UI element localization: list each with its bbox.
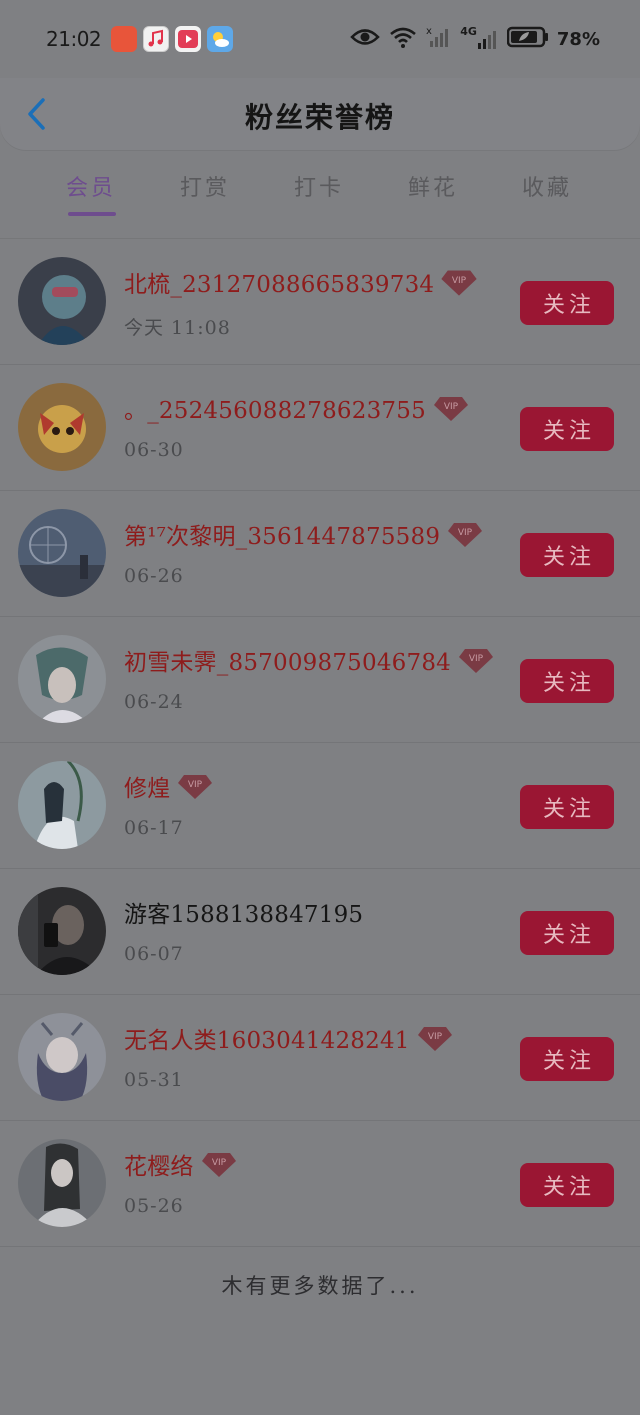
avatar[interactable] [18, 1013, 106, 1101]
tab-rewards[interactable]: 打赏 [160, 170, 250, 202]
vip-diamond-icon: VIP [176, 771, 214, 801]
vip-diamond-icon: VIP [457, 645, 495, 675]
vip-label: VIP [458, 528, 473, 538]
vip-label: VIP [452, 276, 467, 286]
tab-bar: 会员 打赏 打卡 鲜花 收藏 [0, 150, 640, 240]
fan-time: 06-17 [124, 817, 184, 839]
list-item[interactable]: 北梳_23127088665839734 VIP 今天 11:08 关注 [0, 239, 640, 365]
vip-label: VIP [211, 1158, 226, 1168]
avatar[interactable] [18, 383, 106, 471]
avatar[interactable] [18, 509, 106, 597]
app-header: 粉丝荣誉榜 [0, 78, 640, 150]
vip-label: VIP [444, 402, 459, 412]
fan-time: 06-26 [124, 565, 184, 587]
vip-label: VIP [469, 654, 484, 664]
avatar[interactable] [18, 761, 106, 849]
fan-time: 05-31 [124, 1069, 184, 1091]
vip-label: VIP [188, 780, 203, 790]
avatar[interactable] [18, 257, 106, 345]
list-item[interactable]: 游客1588138847195 06-07 关注 [0, 869, 640, 995]
fan-name: 初雪未霁_857009875046784 [124, 650, 451, 676]
fan-time: 06-07 [124, 943, 184, 965]
vip-diamond-icon: VIP [432, 393, 470, 423]
battery-icon [506, 26, 549, 52]
vip-diamond-icon: VIP [446, 519, 484, 549]
fan-time: 06-24 [124, 691, 184, 713]
page-title: 粉丝荣誉榜 [244, 101, 395, 134]
status-time: 21:02 [46, 27, 102, 51]
fan-name: 花樱络 [124, 1154, 194, 1180]
signal-1-icon: x [426, 25, 452, 53]
video-app-icon [111, 26, 138, 52]
fan-name: 。_252456088278623755 [124, 398, 426, 424]
list-item[interactable]: 修煌 VIP 06-17 关注 [0, 743, 640, 869]
battery-percent: 78% [556, 28, 600, 50]
follow-button[interactable]: 关注 [520, 533, 614, 577]
tab-members[interactable]: 会员 [46, 170, 136, 202]
status-bar: 21:02 x 4G 78% [0, 0, 640, 78]
weather-app-icon [207, 26, 234, 52]
fan-name: 无名人类1603041428241 [124, 1028, 410, 1054]
follow-button[interactable]: 关注 [520, 281, 614, 325]
vip-label: VIP [428, 1032, 443, 1042]
network-type: 4G [460, 25, 477, 38]
tab-flowers[interactable]: 鲜花 [388, 170, 478, 202]
fan-time: 今天 11:08 [124, 317, 231, 339]
list-item[interactable]: 。_252456088278623755 VIP 06-30 关注 [0, 365, 640, 491]
tab-favorites[interactable]: 收藏 [502, 170, 592, 202]
avatar[interactable] [18, 1139, 106, 1227]
eye-icon [350, 27, 380, 51]
avatar[interactable] [18, 887, 106, 975]
player-app-icon [175, 26, 202, 52]
wifi-icon [388, 25, 418, 53]
no-more-data-text: 木有更多数据了... [221, 1274, 419, 1298]
fan-name: 北梳_23127088665839734 [124, 272, 435, 298]
list-item[interactable]: 无名人类1603041428241 VIP 05-31 关注 [0, 995, 640, 1121]
follow-button[interactable]: 关注 [520, 659, 614, 703]
fan-name: 游客1588138847195 [124, 902, 364, 928]
music-app-icon [143, 26, 170, 52]
list-item[interactable]: 花樱络 VIP 05-26 关注 [0, 1121, 640, 1247]
tab-checkin[interactable]: 打卡 [274, 170, 364, 202]
fan-name: 第¹⁷次黎明_3561447875589 [124, 524, 441, 550]
follow-button[interactable]: 关注 [520, 1163, 614, 1207]
fans-list: 北梳_23127088665839734 VIP 今天 11:08 关注 。_2… [0, 239, 640, 1247]
signal-2-icon: 4G [460, 25, 499, 51]
follow-button[interactable]: 关注 [520, 407, 614, 451]
follow-button[interactable]: 关注 [520, 1037, 614, 1081]
follow-button[interactable]: 关注 [520, 785, 614, 829]
svg-text:x: x [426, 26, 432, 37]
follow-button[interactable]: 关注 [520, 911, 614, 955]
vip-diamond-icon: VIP [200, 1149, 238, 1179]
fan-name: 修煌 [124, 776, 171, 802]
list-item[interactable]: 第¹⁷次黎明_3561447875589 VIP 06-26 关注 [0, 491, 640, 617]
vip-diamond-icon: VIP [416, 1023, 454, 1053]
avatar[interactable] [18, 635, 106, 723]
fan-time: 06-30 [124, 439, 184, 461]
active-tab-indicator [68, 212, 116, 216]
fan-time: 05-26 [124, 1195, 184, 1217]
vip-diamond-icon: VIP [440, 267, 478, 297]
list-item[interactable]: 初雪未霁_857009875046784 VIP 06-24 关注 [0, 617, 640, 743]
